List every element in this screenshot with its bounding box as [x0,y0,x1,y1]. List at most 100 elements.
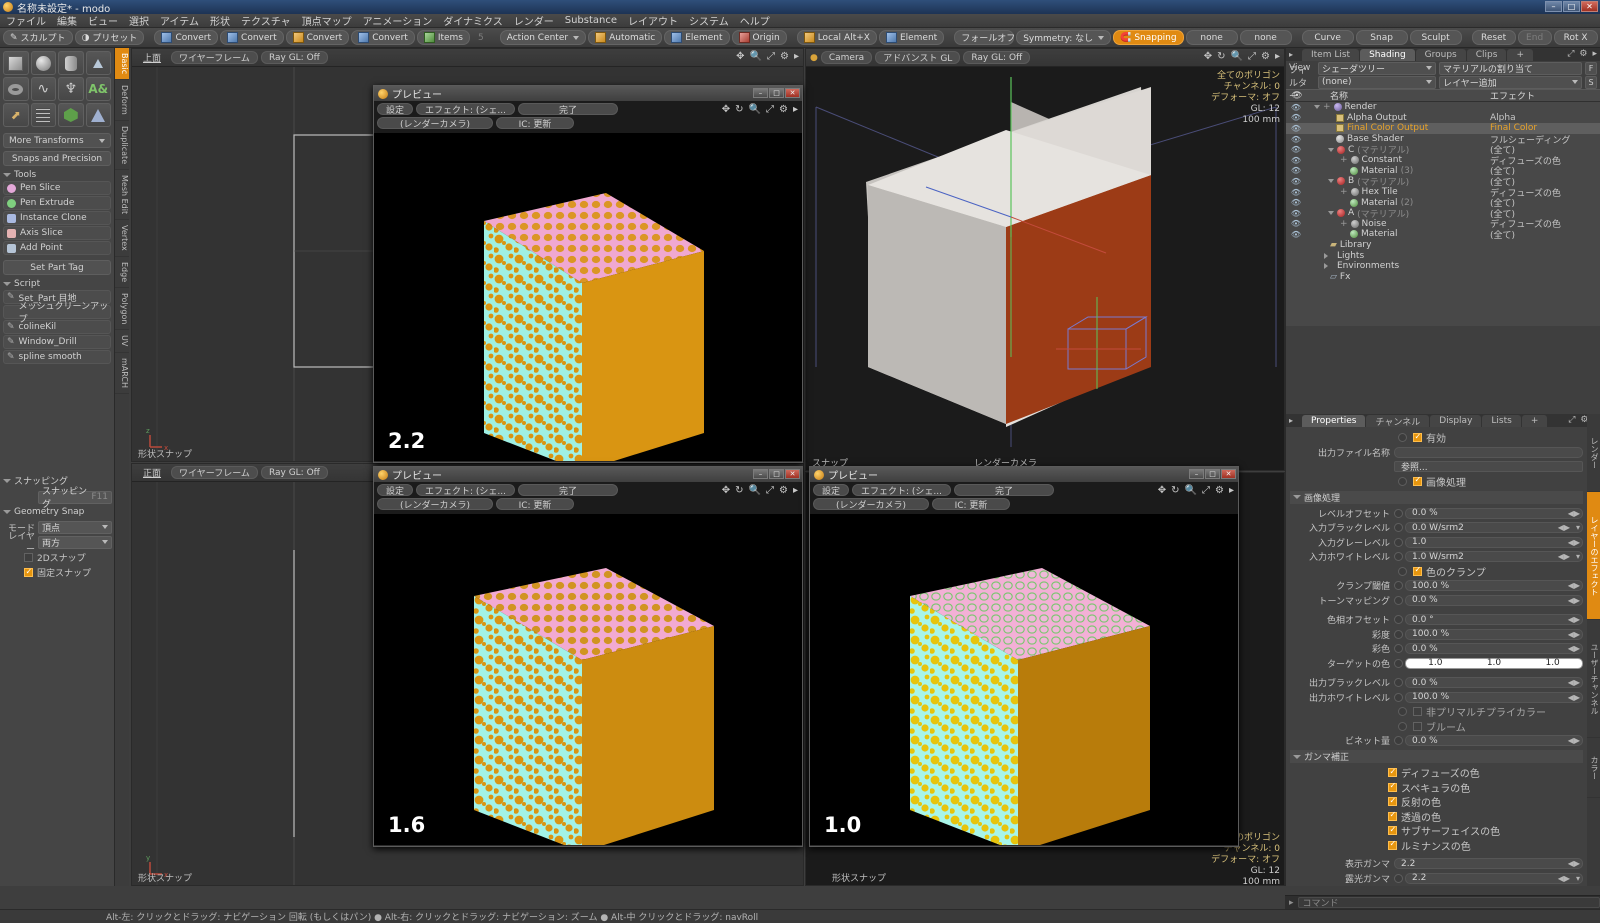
menu-view[interactable]: ビュー [88,13,118,28]
menu-file[interactable]: ファイル [6,13,46,28]
menu-substance[interactable]: Substance [565,15,617,26]
zoom-icon[interactable]: 🔍 [1185,485,1197,496]
output-white-level-input[interactable]: 100.0 % ◀▶ [1405,691,1583,703]
viewport-canvas[interactable]: 全てのポリゴン チャンネル: 0 デフォーマ: オフ GL: 12 100 mm… [806,67,1284,470]
local-button[interactable]: Local Alt+X [796,30,877,45]
rvtab-layer-effects[interactable]: レイヤーのエフェクト [1587,492,1600,620]
tree-row-fx[interactable]: 👁▱Fx [1286,272,1600,283]
toggle-knob[interactable] [1394,595,1403,605]
chevron-down-icon[interactable]: ▾ [1576,523,1580,532]
preview-window-1[interactable]: プレビュー – □ ✕ 設定 エフェクト: (シェ... 完了 (レンダーカメラ… [373,85,803,463]
menu-geometry[interactable]: 形状 [210,13,230,28]
close-button[interactable]: ✕ [785,88,800,98]
viewport-shading-dropdown[interactable]: アドバンスト GL [875,51,961,64]
tool-axis-slice[interactable]: Axis Slice [3,226,111,240]
menu-texture[interactable]: テクスチャ [241,13,291,28]
primitive-tools-grid[interactable]: ∿ ♆ A& ⬈ [0,48,114,130]
expand-icon[interactable]: ⤢ [1567,49,1574,59]
preview-done-button[interactable]: 完了 [518,103,619,116]
preview-window-controls[interactable]: – □ ✕ [753,88,800,98]
pan-icon[interactable]: ✥ [722,104,730,115]
maximize-button[interactable]: □ [1563,1,1580,12]
snap-button[interactable]: Snap [1355,30,1408,45]
twisty-down-icon[interactable] [1328,179,1334,184]
toggle-knob[interactable] [1394,508,1403,518]
viewport-raygl-toggle[interactable]: Ray GL: Off [963,51,1031,64]
preview-nav-tools[interactable]: ✥ ↻ 🔍 ⤢ ⚙ ▸ [1158,485,1234,496]
viewport-shading-dropdown[interactable]: ワイヤーフレーム [171,466,258,479]
vtab-mesh-edit[interactable]: Mesh Edit [115,170,129,221]
text-tool-icon[interactable]: A& [85,77,111,101]
tree-row-alpha-output[interactable]: 👁 Alpha Output Alpha [1286,113,1600,124]
tab-clips[interactable]: Clips [1466,49,1507,61]
spinner-icon[interactable]: ◀▶ [1558,874,1570,883]
checkbox-icon[interactable] [1388,767,1397,777]
maximize-button[interactable]: □ [769,469,784,479]
vtab-polygon[interactable]: Polygon [115,288,129,331]
viewport-nav-tools[interactable]: ✥ ↻ 🔍 ⤢ ⚙ ▸ [1204,51,1280,62]
toggle-knob[interactable] [1398,433,1407,442]
convert-button-3[interactable]: Convert [285,30,350,45]
visibility-icon[interactable]: 👁 [1286,230,1306,239]
visibility-icon[interactable]: 👁 [1286,113,1306,122]
subdivide-tool-icon[interactable] [85,103,111,127]
snap-mode-none-1[interactable]: none [1185,30,1238,45]
spinner-icon[interactable]: ◀▶ [1568,596,1580,605]
twisty-right-icon[interactable] [1324,252,1328,259]
image-processing-checkbox-row[interactable]: 画像処理 [1286,475,1600,489]
vtab-uv[interactable]: UV [115,330,129,353]
fit-icon[interactable]: ⤢ [766,104,774,115]
items-button[interactable]: Items [416,30,470,45]
tools-section-header[interactable]: Tools [3,170,111,180]
non-premultiplied-checkbox-row[interactable]: 非プリマルチプライカラー [1286,705,1600,719]
zoom-icon[interactable]: 🔍 [750,51,762,62]
snap-mode-none-2[interactable]: none [1239,30,1292,45]
pan-icon[interactable]: ✥ [736,51,744,62]
assign-material-shortcut[interactable]: F [1585,61,1597,75]
close-button[interactable]: ✕ [1221,469,1236,479]
preview-window-controls[interactable]: – □ ✕ [1189,469,1236,479]
origin-button[interactable]: Origin [731,30,787,45]
tree-row-library[interactable]: 👁▰Library [1286,240,1600,251]
toggle-knob[interactable] [1394,658,1403,668]
toggle-knob[interactable] [1398,566,1407,576]
snaps-and-precision-button[interactable]: Snaps and Precision [3,151,111,166]
fit-icon[interactable]: ⤢ [1202,485,1210,496]
viewport-view-dropdown[interactable]: 正面 [136,466,168,479]
vtab-vertex[interactable]: Vertex [115,220,129,257]
snap-layer-dropdown[interactable]: 両方 [38,535,112,549]
sculpt-button[interactable]: Sculpt [1409,30,1462,45]
tool-pen-extrude[interactable]: Pen Extrude [3,196,111,210]
toggle-knob[interactable] [1394,552,1403,561]
spinner-icon[interactable]: ◀▶ [1558,552,1570,561]
assign-material-button[interactable]: マテリアルの割り当て [1439,61,1582,75]
element-button-2[interactable]: Element [878,30,945,45]
script-section-header[interactable]: Script [3,279,111,289]
command-input[interactable]: コマンド [1297,897,1600,909]
properties-vertical-tabs[interactable]: レンダー レイヤーのエフェクト ユーザーチャンネル カラー [1587,414,1600,886]
panel-menu-icon[interactable]: ▸ [1289,50,1293,59]
twisty-down-icon[interactable] [1314,105,1320,110]
checkbox-icon[interactable] [24,567,33,577]
gear-icon[interactable]: ⚙ [1579,49,1587,59]
pan-icon[interactable]: ✥ [1158,485,1166,496]
minimize-button[interactable]: – [1189,469,1204,479]
convert-button-4[interactable]: Convert [351,30,415,45]
gamma-luminance-checkbox-row[interactable]: ルミナンスの色 [1286,839,1600,853]
tree-row-material[interactable]: 👁 Material (全て) [1286,229,1600,241]
checkbox-icon[interactable] [24,553,33,562]
toggle-knob[interactable] [1394,678,1403,687]
preview-done-button[interactable]: 完了 [954,484,1055,497]
preview-titlebar[interactable]: プレビュー – □ ✕ [374,467,802,482]
menu-select[interactable]: 選択 [129,13,149,28]
plus-icon[interactable]: + [1340,155,1348,165]
left-vertical-tabs[interactable]: Basic Deform Duplicate Mesh Edit Vertex … [115,48,129,886]
checkbox-icon[interactable] [1413,475,1422,486]
tab-item-list[interactable]: Item List [1302,49,1360,61]
panel-menu-icon[interactable]: ▸ [1289,416,1293,425]
viewport-right-camera[interactable]: ● Camera アドバンスト GL Ray GL: Off ✥ ↻ 🔍 ⤢ ⚙… [805,48,1285,471]
menu-layout[interactable]: レイアウト [628,13,678,28]
preview-render-canvas[interactable]: 1.0 [810,514,1238,845]
command-line[interactable]: ▸ コマンド [1285,895,1600,909]
rvtab-color[interactable]: カラー [1587,738,1600,798]
